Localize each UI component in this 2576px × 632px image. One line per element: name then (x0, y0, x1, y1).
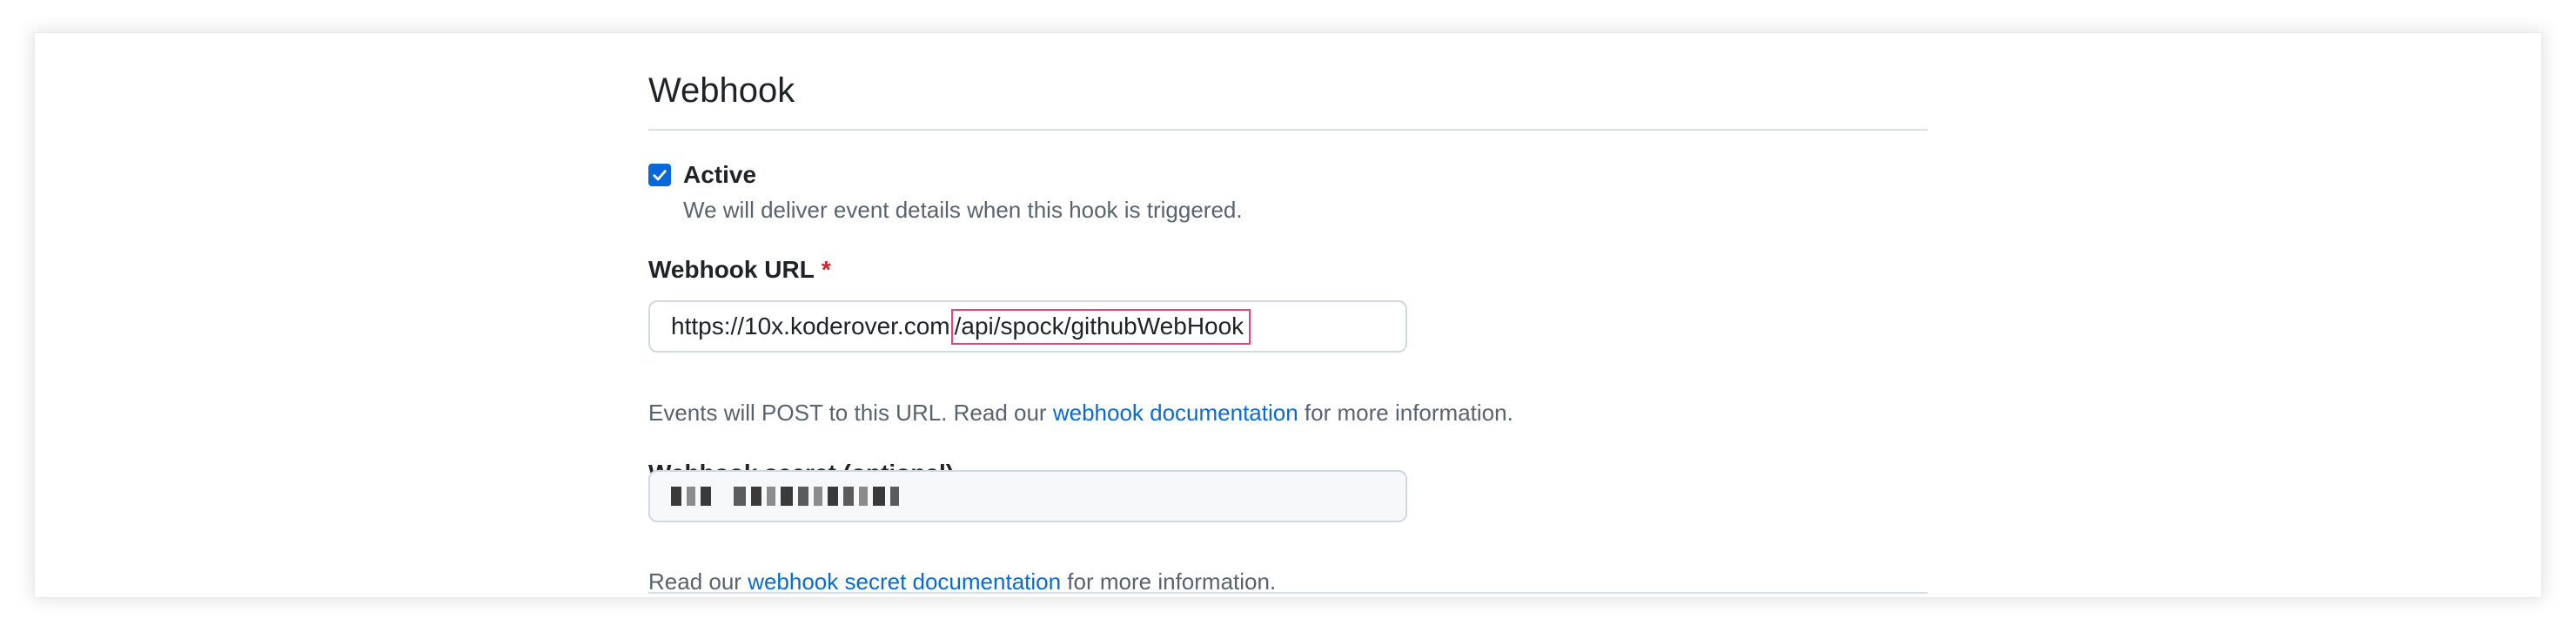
masked-secret-value (671, 487, 899, 506)
title-divider (648, 129, 1928, 131)
webhook-secret-input[interactable] (648, 470, 1407, 522)
url-value-highlight: /api/spock/githubWebHook (950, 308, 1251, 345)
page-title: Webhook (648, 71, 795, 110)
active-label[interactable]: Active (683, 158, 756, 192)
active-description: We will deliver event details when this … (683, 197, 1243, 223)
secret-help-before: Read our (648, 568, 748, 595)
required-marker: * (821, 256, 831, 283)
webhook-url-input[interactable]: https://10x.koderover.com/api/spock/gith… (648, 300, 1407, 353)
active-checkbox[interactable] (648, 164, 671, 186)
secret-help-after: for more information. (1061, 568, 1277, 595)
webhook-url-help: Events will POST to this URL. Read our w… (648, 397, 1513, 428)
url-value-prefix: https://10x.koderover.com (671, 313, 950, 340)
url-help-after: for more information. (1298, 400, 1513, 426)
webhook-documentation-link[interactable]: webhook documentation (1053, 400, 1298, 426)
settings-panel: Webhook Active We will deliver event det… (35, 33, 2541, 597)
webhook-secret-documentation-link[interactable]: webhook secret documentation (748, 568, 1061, 595)
section-divider (648, 592, 1928, 594)
webhook-form: Webhook Active We will deliver event det… (648, 33, 1928, 597)
checkmark-icon (653, 170, 667, 181)
url-help-before: Events will POST to this URL. Read our (648, 400, 1053, 426)
webhook-url-label: Webhook URL * (648, 253, 831, 286)
webhook-url-label-text: Webhook URL (648, 256, 815, 283)
